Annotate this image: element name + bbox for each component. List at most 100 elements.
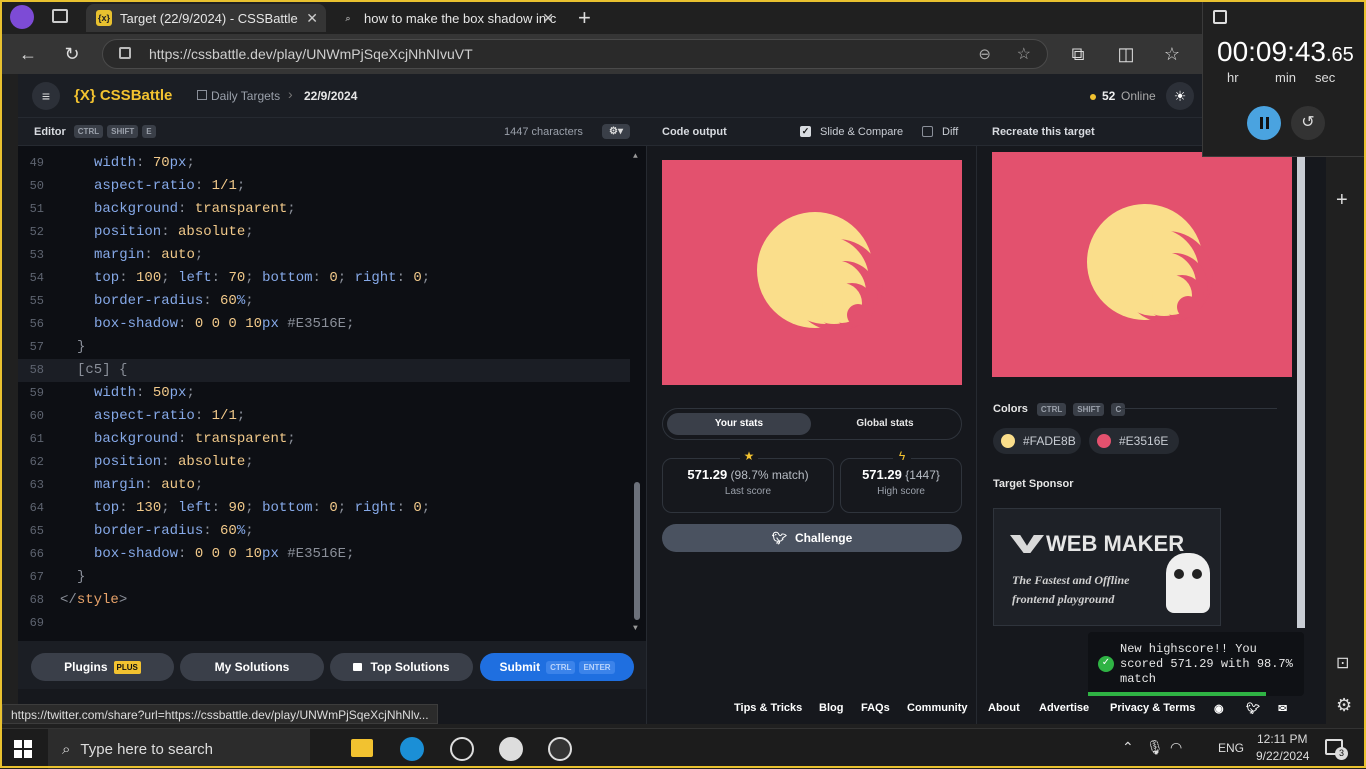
editor-scrollbar[interactable]: ▲ ▼	[632, 152, 642, 636]
code-token: 1/1	[211, 408, 237, 424]
submit-button[interactable]: Submit CTRL ENTER	[480, 653, 634, 681]
code-line[interactable]: 49 width: 70px;	[18, 152, 630, 175]
profile-avatar[interactable]	[10, 5, 34, 29]
diff-label[interactable]: Diff	[942, 126, 958, 138]
slide-compare-label[interactable]: Slide & Compare	[820, 126, 903, 138]
code-line[interactable]: 67}	[18, 566, 630, 589]
theme-toggle-button[interactable]: ☀	[1166, 82, 1194, 110]
chatgpt-icon[interactable]	[450, 737, 474, 761]
language-indicator[interactable]: ENG	[1218, 741, 1244, 755]
twitter-icon[interactable]: 🐦︎	[1246, 702, 1260, 715]
code-line[interactable]: 60 aspect-ratio: 1/1;	[18, 405, 630, 428]
code-line[interactable]: 69	[18, 612, 630, 635]
code-line[interactable]: 65 border-radius: 60%;	[18, 520, 630, 543]
mic-icon[interactable]: 🎙︎	[1146, 739, 1164, 756]
color-chip-yellow[interactable]: #FADE8B	[993, 428, 1081, 454]
menu-button[interactable]: ≡	[32, 82, 60, 110]
plugins-button[interactable]: Plugins PLUS	[31, 653, 174, 681]
code-line[interactable]: 61 background: transparent;	[18, 428, 630, 451]
code-line[interactable]: 63 margin: auto;	[18, 474, 630, 497]
close-tab-icon[interactable]: ✕	[542, 10, 554, 27]
star-icon: ★	[740, 449, 758, 463]
footer-link-privacy[interactable]: Privacy & Terms	[1110, 702, 1195, 714]
app-icon[interactable]	[499, 737, 523, 761]
code-line[interactable]: 66 box-shadow: 0 0 0 10px #E3516E;	[18, 543, 630, 566]
code-line[interactable]: 58 [c5] {	[18, 359, 630, 382]
clock-time[interactable]: 12:11 PM	[1257, 732, 1307, 746]
breadcrumb-daily-targets[interactable]: Daily Targets	[211, 89, 280, 103]
diff-checkbox[interactable]	[922, 126, 933, 137]
code-token: :	[136, 155, 153, 171]
color-chip-pink[interactable]: #E3516E	[1089, 428, 1179, 454]
app-header: ≡ {X} CSSBattle Daily Targets › 22/9/202…	[18, 74, 1326, 118]
windows-start-icon[interactable]	[14, 740, 32, 758]
code-line[interactable]: 59 width: 50px;	[18, 382, 630, 405]
scroll-thumb[interactable]	[634, 482, 640, 620]
expand-icon[interactable]	[1213, 10, 1227, 24]
favorite-star-icon[interactable]: ☆	[1017, 44, 1031, 64]
pause-button[interactable]	[1247, 106, 1281, 140]
target-title: Recreate this target	[992, 125, 1095, 138]
zoom-icon[interactable]: ⊖	[978, 45, 991, 63]
challenge-button[interactable]: 🐦︎ Challenge	[662, 524, 962, 552]
edge-icon[interactable]	[400, 737, 424, 761]
code-line[interactable]: 62 position: absolute;	[18, 451, 630, 474]
code-line[interactable]: 53 margin: auto;	[18, 244, 630, 267]
sponsor-card[interactable]: WEB MAKER The Fastest and Offline fronte…	[993, 508, 1221, 626]
my-solutions-button[interactable]: My Solutions	[180, 653, 324, 681]
code-line[interactable]: 52 position: absolute;	[18, 221, 630, 244]
sidebar-add-icon[interactable]: +	[1336, 189, 1348, 212]
extensions-icon[interactable]: ⧉	[1066, 42, 1090, 66]
reload-icon[interactable]: ↻	[60, 42, 84, 66]
code-output-preview[interactable]	[662, 160, 962, 385]
favorites-icon[interactable]: ☆	[1160, 42, 1184, 66]
tab-actions-icon[interactable]	[52, 9, 68, 23]
character-count: 1447 characters	[504, 126, 583, 138]
code-token: 0	[329, 270, 338, 286]
code-line[interactable]: 55 border-radius: 60%;	[18, 290, 630, 313]
code-editor[interactable]: 49 width: 70px; 50 aspect-ratio: 1/1; 51 back…	[18, 146, 646, 641]
tray-chevron-icon[interactable]: ⌃	[1122, 739, 1134, 756]
footer-link-faqs[interactable]: FAQs	[861, 702, 890, 714]
back-icon[interactable]: ←	[16, 42, 40, 66]
code-line[interactable]: 57}	[18, 336, 630, 359]
mail-icon[interactable]: ✉	[1278, 702, 1287, 715]
split-screen-icon[interactable]: ◫	[1114, 42, 1138, 66]
tab-your-stats[interactable]: Your stats	[667, 413, 811, 435]
code-token: aspect-ratio	[94, 178, 195, 194]
footer-link-blog[interactable]: Blog	[819, 702, 843, 714]
tab-global-stats[interactable]: Global stats	[813, 413, 957, 435]
footer-link-tips[interactable]: Tips & Tricks	[734, 702, 802, 714]
code-line[interactable]: 54 top: 100; left: 70; bottom: 0; right: …	[18, 267, 630, 290]
scroll-up-icon[interactable]: ▲	[633, 152, 638, 161]
screenshot-icon[interactable]: ⊡	[1336, 653, 1349, 673]
new-tab-icon[interactable]: +	[578, 5, 591, 31]
target-preview[interactable]	[992, 152, 1292, 377]
editor-settings-button[interactable]: ⚙▾	[602, 124, 630, 139]
footer-link-about[interactable]: About	[988, 702, 1020, 714]
file-explorer-icon[interactable]	[351, 739, 373, 757]
taskbar-search-box[interactable]: ⌕ Type here to search	[48, 729, 310, 769]
discord-icon[interactable]: ◉	[1214, 702, 1224, 715]
scroll-down-icon[interactable]: ▼	[633, 624, 638, 633]
top-solutions-button[interactable]: Top Solutions	[330, 653, 473, 681]
reset-button[interactable]: ↺	[1291, 106, 1325, 140]
panel-scrollbar[interactable]	[1297, 146, 1305, 628]
clock-date[interactable]: 9/22/2024	[1256, 749, 1309, 763]
wifi-icon[interactable]: ◠	[1170, 739, 1182, 756]
address-bar[interactable]: https://cssbattle.dev/play/UNWmPjSqeXcjN…	[102, 39, 1048, 69]
code-line[interactable]: 51 background: transparent;	[18, 198, 630, 221]
code-line[interactable]: 68 </style>	[18, 589, 630, 612]
code-line[interactable]: 50 aspect-ratio: 1/1;	[18, 175, 630, 198]
close-tab-icon[interactable]: ✕	[306, 10, 318, 27]
footer-link-community[interactable]: Community	[907, 702, 968, 714]
code-line[interactable]: 64 top: 130; left: 90; bottom: 0; right: …	[18, 497, 630, 520]
code-line[interactable]: 56 box-shadow: 0 0 0 10px #E3516E;	[18, 313, 630, 336]
tab-cssbattle[interactable]: {x} Target (22/9/2024) - CSSBattle ✕	[86, 4, 326, 32]
tab-search[interactable]: ⌕ how to make the box shadow in c ✕	[330, 4, 562, 32]
obs-icon[interactable]	[548, 737, 572, 761]
slide-compare-checkbox[interactable]: ✓	[800, 126, 811, 137]
cssbattle-logo[interactable]: {X} CSSBattle	[74, 87, 172, 104]
footer-link-advertise[interactable]: Advertise	[1039, 702, 1089, 714]
settings-gear-icon[interactable]: ⚙	[1336, 695, 1352, 716]
